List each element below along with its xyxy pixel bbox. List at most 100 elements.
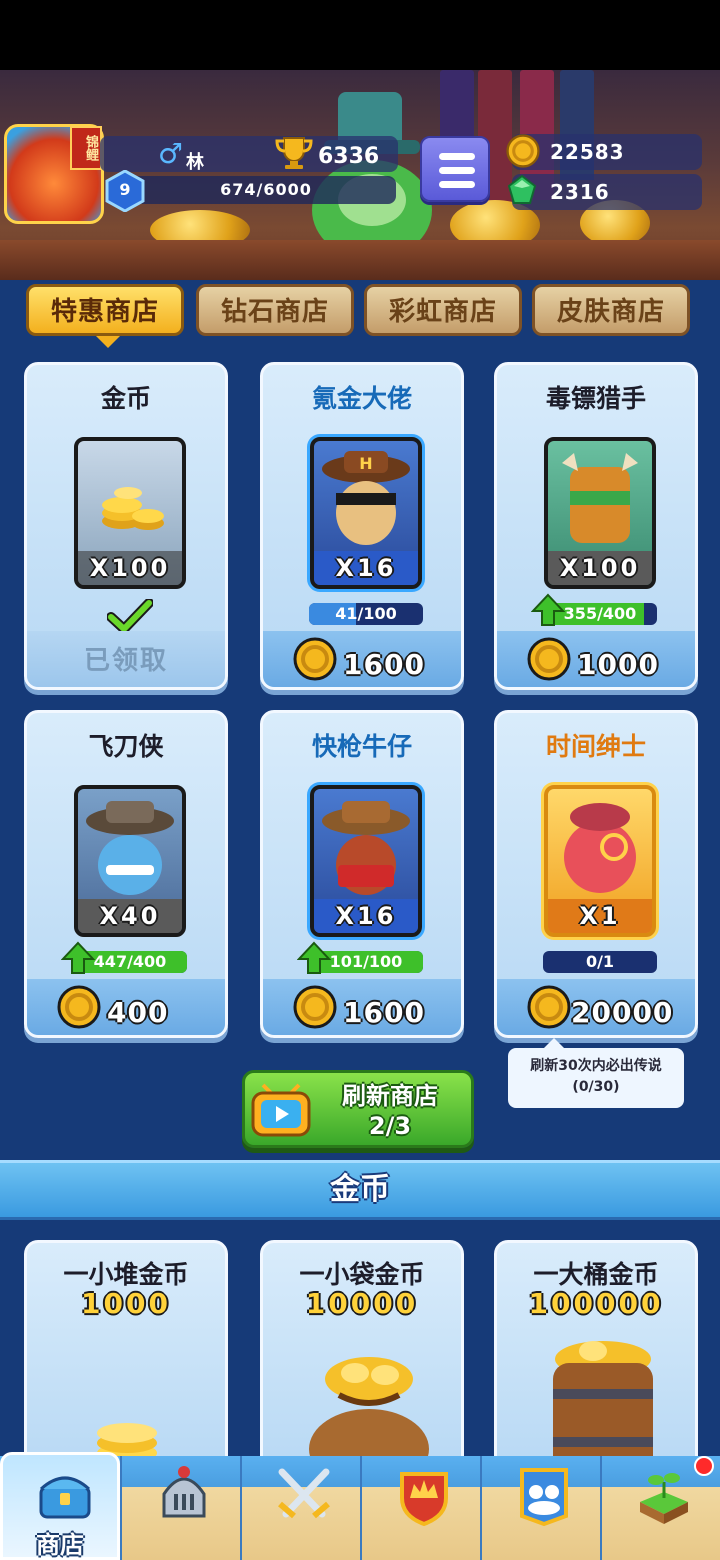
- crown-shield-icon: [400, 1472, 448, 1527]
- pack-title: 一小袋金币: [299, 1260, 425, 1289]
- upgrade-arrow-icon: [531, 593, 565, 626]
- nav-social[interactable]: [480, 1456, 600, 1560]
- offer-price: 1600: [343, 648, 425, 681]
- offer-portrait: H X16: [310, 437, 422, 589]
- pack-amount: 10000: [305, 1287, 419, 1320]
- offer-title: 氪金大佬: [311, 384, 412, 413]
- player-level: 9: [119, 180, 131, 199]
- offer-title: 金币: [100, 384, 151, 413]
- trophy-count: 6336: [318, 144, 380, 169]
- hamburger-icon: [439, 167, 475, 174]
- claimed-label: 已领取: [83, 646, 168, 676]
- offer-portrait: X16: [310, 785, 422, 937]
- notification-dot: [694, 1456, 714, 1476]
- status-bar: [0, 0, 720, 70]
- tab-diamond-shop[interactable]: 钻石商店: [196, 284, 354, 336]
- sprout-island-icon: [640, 1473, 688, 1524]
- offer-card-hero[interactable]: 氪金大佬 H X16 41/100 1600: [260, 362, 464, 690]
- refresh-count: 2/3: [368, 1112, 412, 1140]
- gold-coin-icon: [57, 985, 101, 1029]
- section-title-coins: 金币: [0, 1160, 720, 1220]
- nav-shop[interactable]: 商店: [0, 1452, 120, 1560]
- offer-footer: 已领取: [27, 631, 225, 687]
- tooltip-line: 刷新30次内必出传说: [530, 1058, 662, 1074]
- tab-rainbow-shop[interactable]: 彩虹商店: [364, 284, 522, 336]
- offer-footer: 1600: [263, 979, 461, 1035]
- offer-price: 400: [107, 996, 169, 1029]
- hero-portrait-icon: [562, 453, 638, 543]
- coin-pack-card[interactable]: 一小堆金币 1000: [24, 1240, 228, 1480]
- offer-price: 1600: [343, 996, 425, 1029]
- svg-text:H: H: [359, 454, 372, 473]
- legend-guarantee-tooltip: 刷新30次内必出传说 (0/30): [508, 1038, 684, 1108]
- offer-card-legendary[interactable]: 时间绅士 X1 0/1 20000: [494, 710, 698, 1038]
- xp-progress-text: 674/6000: [220, 180, 312, 199]
- nav-battle[interactable]: [240, 1456, 360, 1560]
- offer-title: 快枪牛仔: [311, 732, 412, 761]
- offer-quantity: X16: [314, 899, 418, 933]
- offer-footer: 1000: [497, 631, 695, 687]
- offer-card-hero[interactable]: 毒镖猎手 X100 355/400 1000: [494, 362, 698, 690]
- refresh-label: 刷新商店 2/3: [315, 1081, 465, 1141]
- upgrade-arrow-icon: [297, 941, 331, 974]
- offer-portrait: X100: [544, 437, 656, 589]
- offer-portrait: X40: [74, 785, 186, 937]
- menu-button[interactable]: [420, 136, 490, 202]
- male-icon: ♂: [158, 137, 184, 170]
- tab-special-shop[interactable]: 特惠商店: [26, 284, 184, 336]
- offer-quantity: X1: [548, 899, 652, 933]
- pack-amount: 100000: [528, 1287, 664, 1320]
- offer-quantity: X40: [78, 899, 182, 933]
- nav-garden[interactable]: [600, 1456, 720, 1560]
- coin-pack-card[interactable]: 一小袋金币 10000: [260, 1240, 464, 1480]
- nav-rank[interactable]: [360, 1456, 480, 1560]
- offer-card-coins[interactable]: 金币 X100 已领取: [24, 362, 228, 690]
- offer-title: 飞刀侠: [88, 732, 164, 761]
- upgrade-arrow-icon: [61, 941, 95, 974]
- shop-panel: 特惠商店 钻石商店 彩虹商店 皮肤商店 金币 X100 已领取 氪金大佬 H X…: [0, 280, 720, 1480]
- offer-price: 1000: [577, 648, 659, 681]
- nav-heroes[interactable]: [120, 1456, 240, 1560]
- hamburger-icon: [439, 153, 475, 160]
- card-progress-bar: 41/100: [309, 603, 423, 625]
- knight-helmet-icon: [162, 1466, 206, 1518]
- hero-portrait-icon: [564, 803, 636, 893]
- tab-skin-shop[interactable]: 皮肤商店: [532, 284, 690, 336]
- gold-coin-icon: [506, 134, 540, 168]
- coin-balance: 22583: [550, 140, 625, 164]
- offer-card-hero[interactable]: 飞刀侠 X40 447/400 400: [24, 710, 228, 1038]
- refresh-title: 刷新商店: [342, 1082, 438, 1110]
- refresh-shop-button[interactable]: 刷新商店 2/3: [242, 1070, 474, 1148]
- coin-pack-card[interactable]: 一大桶金币 100000: [494, 1240, 698, 1480]
- bottom-nav: 商店: [0, 1452, 720, 1560]
- group-banner-icon: [520, 1468, 568, 1527]
- trophy-icon: [275, 137, 313, 169]
- gold-coin-icon: [527, 637, 571, 681]
- offer-title: 时间绅士: [545, 732, 646, 761]
- shelf-decoration: [0, 240, 720, 280]
- card-progress-bar: 0/1: [543, 951, 657, 973]
- offer-price: 20000: [571, 996, 674, 1029]
- offer-title: 毒镖猎手: [545, 384, 646, 413]
- check-icon: [107, 599, 153, 634]
- header-scene: 锦鲤 ♂ 林 6336 9 674/6000 22583 2316: [0, 70, 720, 280]
- gold-coin-icon: [293, 985, 337, 1029]
- offer-portrait: X1: [544, 785, 656, 937]
- gold-coin-icon: [293, 637, 337, 681]
- player-name: 林: [186, 152, 204, 173]
- crossed-swords-icon: [278, 1468, 330, 1519]
- progress-text: 41/100: [335, 604, 397, 623]
- active-tab-pointer: [96, 336, 120, 348]
- avatar-frame-tag: 锦鲤: [70, 126, 102, 170]
- treasure-chest-icon: [39, 1476, 91, 1519]
- green-gem-icon: [507, 174, 537, 204]
- tooltip-count: (0/30): [572, 1079, 620, 1095]
- gold-coin-icon: [527, 985, 571, 1029]
- offer-portrait: X100: [74, 437, 186, 589]
- offer-quantity: X100: [78, 551, 182, 585]
- offer-footer: 400: [27, 979, 225, 1035]
- pack-amount: 1000: [81, 1287, 171, 1320]
- offer-card-hero[interactable]: 快枪牛仔 X16 101/100 1600: [260, 710, 464, 1038]
- offer-quantity: X100: [548, 551, 652, 585]
- hero-portrait-icon: [322, 801, 410, 895]
